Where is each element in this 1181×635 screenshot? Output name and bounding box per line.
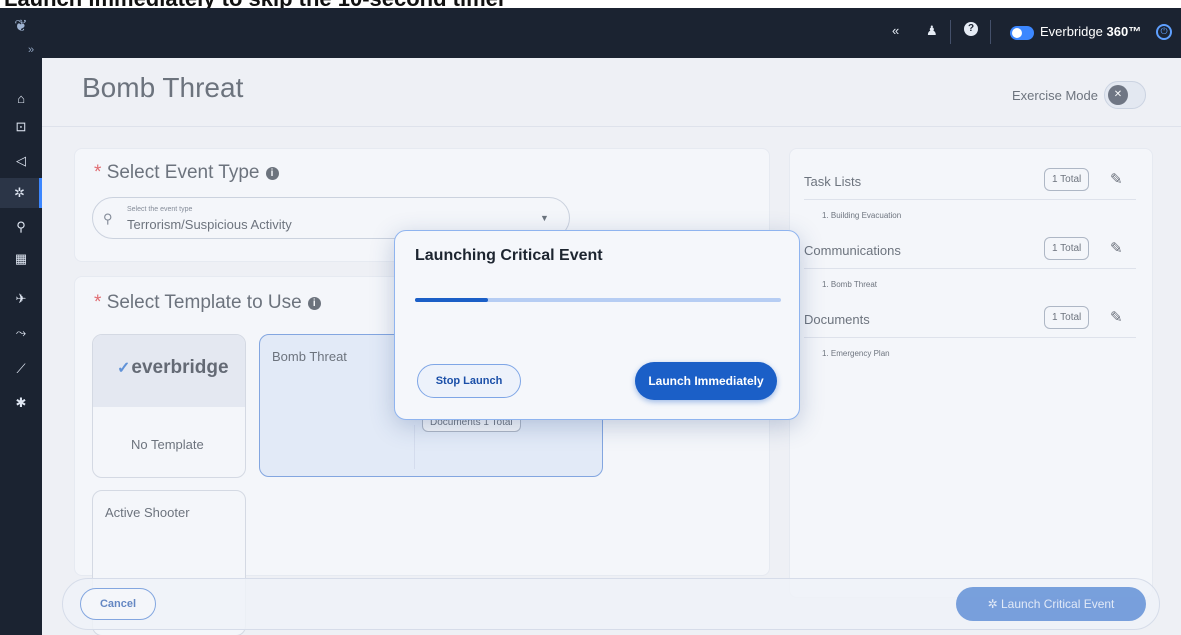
incident-icon[interactable]: ⤳: [0, 318, 42, 348]
brand-suffix: 360™: [1106, 24, 1142, 39]
launch-progress-bar: [415, 298, 781, 302]
user-icon[interactable]: ♟: [926, 23, 938, 39]
sidebar: ❦ » ⌂ ⊡ ◁ ✲ ⚲ ▦ ✈ ⤳ ⟋ ✱: [0, 8, 42, 635]
calendar-icon[interactable]: ▦: [0, 244, 42, 274]
top-bar: « ♟ ? Everbridge 360™ ⏻: [42, 8, 1181, 58]
brand-text: Everbridge: [1040, 24, 1103, 39]
launch-immediately-button[interactable]: Launch Immediately: [635, 362, 777, 400]
power-icon[interactable]: ⏻: [1156, 24, 1172, 40]
dialog-title: Launching Critical Event: [415, 247, 603, 264]
settings-icon[interactable]: ✱: [0, 388, 42, 418]
launching-dialog: Launching Critical Event Stop Launch Lau…: [394, 230, 800, 420]
brand-toggle[interactable]: [1010, 26, 1034, 40]
location-icon[interactable]: ⚲: [0, 212, 42, 242]
collapse-icon[interactable]: «: [892, 23, 899, 38]
help-icon[interactable]: ?: [964, 22, 978, 36]
chart-icon[interactable]: ⟋: [0, 354, 42, 384]
app-window: ❦ » ⌂ ⊡ ◁ ✲ ⚲ ▦ ✈ ⤳ ⟋ ✱ « ♟ ? Everbridge…: [0, 8, 1181, 635]
instruction-caption: Launch immediately to skip the 10-second…: [0, 0, 1181, 8]
brand-name: Everbridge 360™: [1040, 24, 1141, 39]
divider: [990, 20, 991, 44]
stop-launch-button[interactable]: Stop Launch: [417, 364, 521, 398]
org-icon[interactable]: ⊡: [0, 112, 42, 142]
critical-event-icon[interactable]: ✲: [0, 178, 42, 208]
home-icon[interactable]: ⌂: [0, 83, 42, 113]
plane-icon[interactable]: ✈: [0, 284, 42, 314]
app-logo-icon[interactable]: ❦: [8, 16, 34, 36]
launch-progress-fill: [415, 298, 489, 302]
divider: [950, 20, 951, 44]
megaphone-icon[interactable]: ◁: [0, 146, 42, 176]
